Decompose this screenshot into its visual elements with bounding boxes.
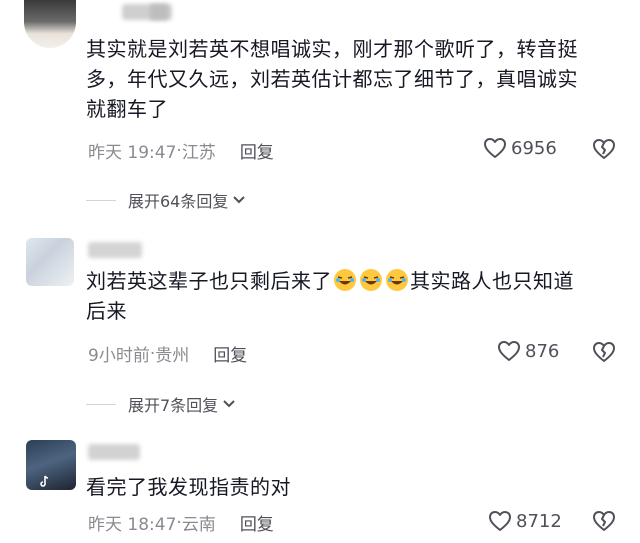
avatar[interactable] bbox=[24, 0, 76, 48]
comment-text: 看完了我发现指责的对 bbox=[86, 472, 631, 502]
comment-text-line: 刘若英这辈子也只剩后来了 其实路人也只知道 bbox=[86, 266, 631, 296]
broken-heart-icon[interactable] bbox=[592, 341, 616, 363]
comment-location: 江苏 bbox=[181, 143, 216, 163]
like-count: 8712 bbox=[516, 510, 562, 532]
chevron-down-icon bbox=[233, 196, 246, 204]
comment-text: 其实就是刘若英不想唱诚实，刚才那个歌听了，转音挺 多，年代又久远，刘若英估计都忘… bbox=[86, 34, 631, 124]
broken-heart-icon[interactable] bbox=[592, 138, 616, 160]
heart-outline-icon bbox=[498, 341, 520, 361]
comment-time: 昨天 19:47 bbox=[88, 143, 177, 163]
comment-text-line: 其实就是刘若英不想唱诚实，刚才那个歌听了，转音挺 bbox=[86, 37, 578, 61]
rolling-laughing-emoji bbox=[334, 269, 356, 291]
divider bbox=[86, 403, 116, 405]
comment-text-line: 多，年代又久远，刘若英估计都忘了细节了，真唱诚实 bbox=[86, 67, 578, 91]
avatar[interactable] bbox=[26, 238, 74, 286]
divider bbox=[86, 199, 116, 201]
expand-replies-button[interactable]: 展开64条回复 bbox=[86, 188, 246, 212]
reply-button[interactable]: 回复 bbox=[240, 510, 274, 535]
expand-replies-label: 展开7条回复 bbox=[128, 396, 219, 415]
expand-replies-label: 展开64条回复 bbox=[128, 192, 229, 211]
comment-location: 贵州 bbox=[155, 346, 190, 366]
comment-meta: 9小时前 · 贵州 回复 bbox=[88, 341, 247, 367]
comment-meta: 昨天 18:47 · 云南 回复 bbox=[88, 510, 274, 536]
reply-button[interactable]: 回复 bbox=[240, 138, 274, 163]
username-blurred[interactable] bbox=[88, 444, 140, 460]
comment-text-line: 后来 bbox=[86, 299, 127, 323]
comment-time: 9小时前 bbox=[88, 346, 150, 366]
rolling-laughing-emoji bbox=[360, 269, 382, 291]
avatar[interactable] bbox=[26, 440, 76, 490]
comment-text: 刘若英这辈子也只剩后来了 其实路人也只知道 后来 bbox=[86, 266, 631, 326]
comment-text-segment: 刘若英这辈子也只剩后来了 bbox=[86, 269, 332, 293]
comment-text-line: 看完了我发现指责的对 bbox=[86, 475, 291, 499]
tiktok-logo-icon bbox=[40, 475, 49, 487]
comment-text-line: 就翻车了 bbox=[86, 97, 168, 121]
comment-time: 昨天 18:47 bbox=[88, 515, 177, 535]
heart-outline-icon bbox=[484, 138, 506, 158]
broken-heart-icon[interactable] bbox=[592, 510, 616, 532]
like-count: 876 bbox=[525, 340, 560, 362]
like-count: 6956 bbox=[511, 137, 557, 159]
username-blurred[interactable] bbox=[88, 242, 142, 258]
comment-location: 云南 bbox=[181, 515, 216, 535]
like-button[interactable]: 6956 bbox=[483, 137, 557, 159]
comment-meta: 昨天 19:47 · 江苏 回复 bbox=[88, 138, 274, 164]
username-blurred bbox=[150, 4, 168, 20]
like-button[interactable]: 8712 bbox=[488, 510, 562, 532]
rolling-laughing-emoji bbox=[386, 269, 408, 291]
like-button[interactable]: 876 bbox=[497, 340, 559, 362]
expand-replies-button[interactable]: 展开7条回复 bbox=[86, 392, 236, 416]
reply-button[interactable]: 回复 bbox=[213, 341, 247, 366]
chevron-down-icon bbox=[223, 400, 235, 408]
comment-text-segment: 其实路人也只知道 bbox=[410, 269, 574, 293]
heart-outline-icon bbox=[489, 511, 511, 531]
